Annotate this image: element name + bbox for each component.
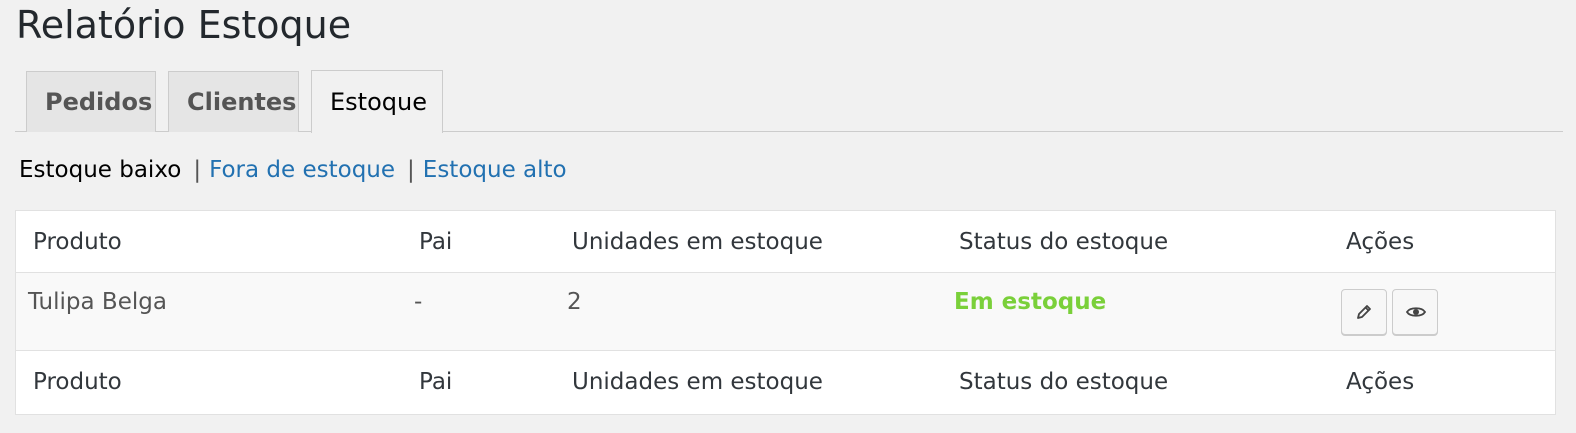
eye-icon (1406, 307, 1426, 317)
column-footer-status[interactable]: Status do estoque (959, 365, 1168, 399)
filter-estoque-alto[interactable]: Estoque alto (423, 157, 567, 183)
pencil-icon (1357, 305, 1371, 319)
product-parent: - (414, 289, 423, 315)
column-header-pai[interactable]: Pai (419, 225, 452, 259)
page-title: Relatório Estoque (16, 3, 352, 47)
column-header-acoes: Ações (1346, 229, 1415, 255)
filter-separator: | (407, 157, 415, 183)
stock-table: Produto Pai Unidades em estoque Status d… (15, 210, 1556, 415)
tab-estoque[interactable]: Estoque (311, 70, 443, 133)
filter-fora-de-estoque[interactable]: Fora de estoque (209, 157, 395, 183)
column-header-unidades[interactable]: Unidades em estoque (572, 225, 823, 259)
table-row: Tulipa Belga - 2 Em estoque (16, 273, 1555, 351)
column-footer-acoes: Ações (1346, 369, 1415, 395)
column-footer-produto[interactable]: Produto (33, 365, 122, 399)
table-footer-row: Produto Pai Unidades em estoque Status d… (16, 351, 1555, 414)
units-in-stock: 2 (567, 289, 582, 315)
column-header-produto[interactable]: Produto (33, 225, 122, 259)
view-button[interactable] (1392, 289, 1438, 335)
tab-pedidos[interactable]: Pedidos (26, 71, 156, 132)
report-tabs: Pedidos Clientes Estoque (15, 70, 1563, 133)
filter-separator: | (193, 157, 202, 183)
column-footer-pai[interactable]: Pai (419, 365, 452, 399)
column-footer-unidades[interactable]: Unidades em estoque (572, 365, 823, 399)
stock-status: Em estoque (954, 289, 1107, 315)
edit-button[interactable] (1341, 289, 1387, 335)
product-name: Tulipa Belga (28, 289, 167, 315)
table-header-row: Produto Pai Unidades em estoque Status d… (16, 211, 1555, 273)
tab-clientes[interactable]: Clientes (168, 71, 299, 132)
stock-filter-links: Estoque baixo | Fora de estoque | Estoque al… (19, 152, 567, 188)
column-header-status[interactable]: Status do estoque (959, 225, 1168, 259)
filter-estoque-baixo[interactable]: Estoque baixo (19, 157, 181, 183)
